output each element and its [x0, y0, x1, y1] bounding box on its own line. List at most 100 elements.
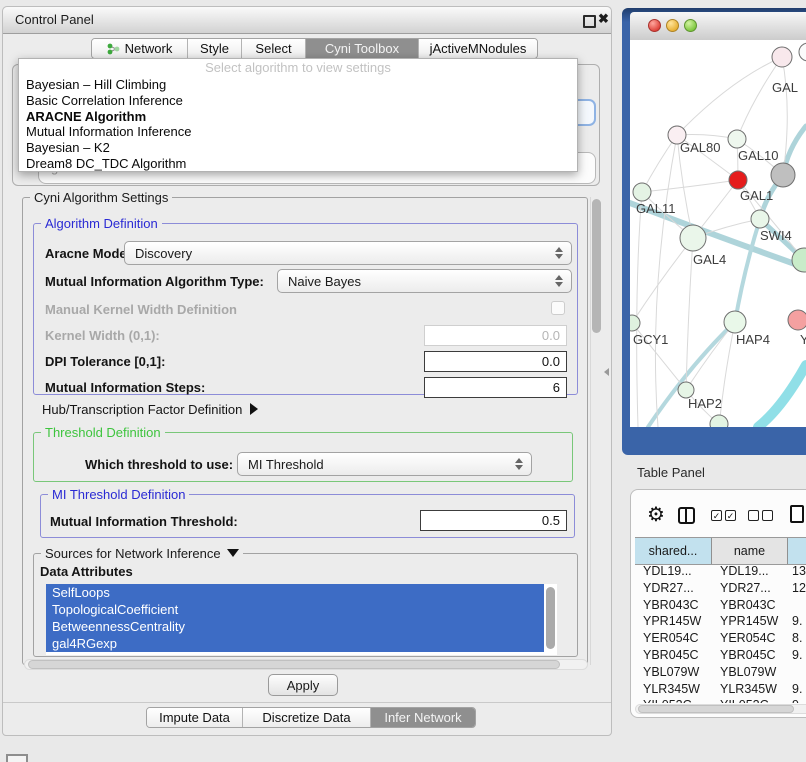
network-edge[interactable]: [655, 135, 677, 427]
algorithm-option[interactable]: Bayesian – Hill Climbing: [19, 77, 577, 93]
network-edge[interactable]: [642, 180, 738, 192]
network-node[interactable]: [633, 183, 651, 201]
data-attribute-item[interactable]: SelfLoops: [46, 584, 544, 601]
algorithm-option[interactable]: Basic Correlation Inference: [19, 93, 577, 109]
tab-jactivemnodules[interactable]: jActiveMNodules: [419, 39, 537, 58]
sources-toggle[interactable]: Sources for Network Inference: [41, 546, 243, 561]
network-node[interactable]: [680, 225, 706, 251]
table-horizontal-thumb[interactable]: [638, 705, 794, 713]
mi-steps-field[interactable]: [424, 377, 567, 398]
network-node[interactable]: [772, 47, 792, 67]
settings-vertical-thumb[interactable]: [592, 199, 601, 333]
tab-label: Network: [125, 41, 173, 56]
network-node[interactable]: [710, 415, 728, 427]
aracne-mode-label: Aracne Mode:: [45, 246, 131, 261]
network-node[interactable]: [630, 315, 640, 331]
network-node[interactable]: [788, 310, 806, 330]
network-node[interactable]: [729, 171, 747, 189]
table-row[interactable]: YBR045CYBR045C9.: [635, 647, 806, 664]
kernel-width-field[interactable]: [424, 325, 567, 346]
network-edge[interactable]: [686, 322, 735, 390]
bottom-tab-bar: Impute Data Discretize Data Infer Networ…: [146, 707, 476, 728]
attributes-scrollbar[interactable]: [546, 586, 555, 652]
settings-horizontal-thumb[interactable]: [28, 660, 560, 669]
table-row[interactable]: YER054CYER054C8.: [635, 630, 806, 647]
network-window-titlebar[interactable]: [630, 12, 806, 41]
mi-type-combobox[interactable]: Naive Bayes: [277, 269, 572, 293]
network-view-canvas[interactable]: GALGAL80GAL10GAL1GAL11SWI4GAL4GCY1HAP4YH…: [630, 40, 806, 427]
which-threshold-combobox[interactable]: MI Threshold: [237, 452, 532, 476]
tab-discretize-data[interactable]: Discretize Data: [243, 708, 371, 727]
data-attribute-item[interactable]: TopologicalCoefficient: [46, 601, 544, 618]
control-panel-titlebar[interactable]: Control Panel ✖: [3, 7, 611, 34]
unchecked-checkbox-icon-1[interactable]: [748, 510, 759, 521]
hub-definition-toggle[interactable]: Hub/Transcription Factor Definition: [42, 402, 258, 417]
data-attribute-item[interactable]: gal4RGexp: [46, 635, 544, 652]
document-icon[interactable]: [790, 505, 804, 523]
gear-icon[interactable]: ⚙: [647, 505, 665, 525]
columns-icon[interactable]: [678, 507, 695, 524]
data-attribute-item[interactable]: BetweennessCentrality: [46, 618, 544, 635]
table-row[interactable]: YLR345WYLR345W9.: [635, 681, 806, 698]
network-edge[interactable]: [632, 238, 693, 323]
tab-impute-data[interactable]: Impute Data: [147, 708, 243, 727]
network-tab-icon: [107, 43, 120, 55]
network-node[interactable]: [724, 311, 746, 333]
apply-button[interactable]: Apply: [268, 674, 338, 696]
tab-style[interactable]: Style: [188, 39, 242, 58]
tab-cyni-toolbox[interactable]: Cyni Toolbox: [306, 39, 419, 58]
table-row[interactable]: YBL079WYBL079W: [635, 664, 806, 681]
table-row[interactable]: YPR145WYPR145W9.: [635, 613, 806, 630]
bottom-divider: [3, 702, 611, 703]
algorithm-option[interactable]: Dream8 DC_TDC Algorithm: [19, 156, 577, 172]
network-node[interactable]: [728, 130, 746, 148]
manual-kernel-checkbox[interactable]: [551, 301, 565, 315]
float-window-icon[interactable]: [583, 15, 596, 28]
table-cell: YPR145W: [712, 613, 788, 630]
network-node[interactable]: [799, 43, 806, 61]
table-cell: YER054C: [635, 630, 712, 647]
dpi-tolerance-field[interactable]: [424, 351, 567, 372]
minimize-traffic-light-icon[interactable]: [666, 19, 679, 32]
network-node[interactable]: [751, 210, 769, 228]
column-header-shared[interactable]: shared...: [635, 538, 712, 564]
tab-network[interactable]: Network: [92, 39, 188, 58]
close-traffic-light-icon[interactable]: [648, 19, 661, 32]
network-edge[interactable]: [758, 365, 806, 427]
table-row[interactable]: YBR043CYBR043C: [635, 597, 806, 614]
table-cell: 9.: [788, 647, 806, 664]
dpi-tolerance-label: DPI Tolerance [0,1]:: [45, 354, 165, 369]
table-row[interactable]: YIL052CYIL052C9: [635, 697, 806, 703]
table-cell: YPR145W: [635, 613, 712, 630]
panel-collapse-arrow-icon[interactable]: [604, 368, 609, 376]
tab-infer-network[interactable]: Infer Network: [371, 708, 475, 727]
table-row[interactable]: YDR27...YDR27...12: [635, 580, 806, 597]
algorithm-option[interactable]: Bayesian – K2: [19, 140, 577, 156]
algorithm-option[interactable]: ARACNE Algorithm: [19, 109, 577, 125]
network-edge[interactable]: [677, 57, 782, 135]
table-cell: YDL19...: [712, 563, 788, 580]
zoom-traffic-light-icon[interactable]: [684, 19, 697, 32]
network-graph[interactable]: GALGAL80GAL10GAL1GAL11SWI4GAL4GCY1HAP4YH…: [630, 40, 806, 427]
close-icon[interactable]: ✖: [598, 11, 609, 27]
table-horizontal-scrollbar[interactable]: [635, 704, 806, 714]
collapse-down-icon: [227, 549, 239, 557]
column-header-extra[interactable]: A: [788, 538, 806, 564]
aracne-mode-combobox[interactable]: Discovery: [124, 241, 572, 265]
attributes-scrollbar-thumb[interactable]: [546, 587, 555, 649]
network-edge[interactable]: [737, 57, 782, 139]
minimized-panel-icon[interactable]: [6, 754, 28, 762]
settings-vertical-scrollbar[interactable]: [590, 197, 602, 665]
network-edge[interactable]: [735, 219, 760, 322]
mi-threshold-field[interactable]: [420, 510, 567, 531]
screen: Control Panel ✖ Network Style Select: [0, 0, 806, 762]
unchecked-checkbox-icon-2[interactable]: [762, 510, 773, 521]
network-node[interactable]: [771, 163, 795, 187]
algorithm-option[interactable]: Mutual Information Inference: [19, 124, 577, 140]
checked-checkbox-icon-2[interactable]: ✓: [725, 510, 736, 521]
tab-select[interactable]: Select: [242, 39, 306, 58]
table-row[interactable]: YDL19...YDL19...13: [635, 563, 806, 580]
settings-horizontal-scrollbar[interactable]: [24, 659, 588, 670]
checked-checkbox-icon-1[interactable]: ✓: [711, 510, 722, 521]
column-header-name[interactable]: name: [712, 538, 788, 564]
